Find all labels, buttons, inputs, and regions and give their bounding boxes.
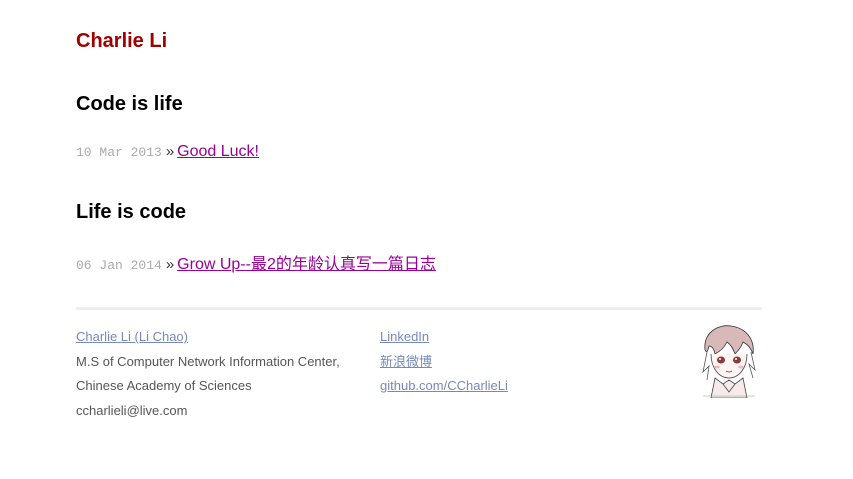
footer-contact-column: Charlie Li (Li Chao) M.S of Computer Net… — [76, 325, 340, 423]
affiliation-line-2: Chinese Academy of Sciences — [76, 378, 252, 393]
email-text: ccharlieli@live.com — [76, 402, 188, 418]
raquo-separator: » — [165, 143, 175, 160]
section-heading-life-is-code: Life is code — [76, 201, 187, 223]
section-heading-code-is-life: Code is life — [76, 93, 183, 115]
footer-links-column: LinkedIn 新浪微博 github.com/CCharlieLi — [380, 325, 508, 399]
post-item: 06 Jan 2014» Grow Up--最2的年龄认真写一篇日志 — [76, 250, 436, 274]
author-link[interactable]: Charlie Li (Li Chao) — [76, 329, 188, 344]
post-date: 10 Mar 2013 — [76, 145, 162, 160]
weibo-link[interactable]: 新浪微博 — [380, 354, 432, 369]
github-link[interactable]: github.com/CCharlieLi — [380, 378, 508, 393]
post-link-grow-up[interactable]: Grow Up--最2的年龄认真写一篇日志 — [177, 256, 436, 273]
post-link-good-luck[interactable]: Good Luck! — [177, 143, 259, 160]
footer-divider — [76, 307, 762, 310]
anime-avatar-icon — [697, 322, 759, 399]
post-item: 10 Mar 2013» Good Luck! — [76, 143, 259, 161]
affiliation-line-1: M.S of Computer Network Information Cent… — [76, 353, 340, 369]
linkedin-link[interactable]: LinkedIn — [380, 329, 429, 344]
site-title-link[interactable]: Charlie Li — [76, 30, 167, 53]
raquo-separator: » — [165, 256, 175, 273]
post-date: 06 Jan 2014 — [76, 258, 162, 273]
